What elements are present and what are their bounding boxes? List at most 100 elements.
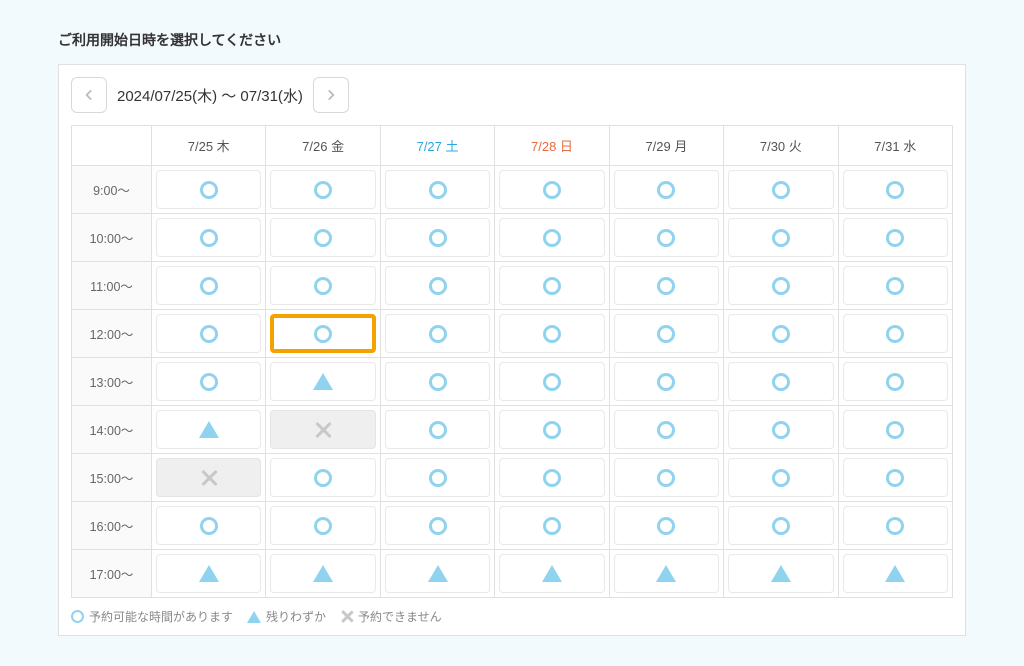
slot-button[interactable] [385, 458, 490, 497]
time-header: 17:00〜 [72, 550, 152, 598]
circle-icon [314, 469, 332, 487]
circle-icon [886, 373, 904, 391]
slot-button[interactable] [614, 314, 719, 353]
slot-button[interactable] [614, 362, 719, 401]
slot-button[interactable] [499, 458, 604, 497]
slot-button[interactable] [614, 506, 719, 545]
slot-button[interactable] [499, 266, 604, 305]
slot-button[interactable] [385, 170, 490, 209]
slot-button[interactable] [843, 266, 948, 305]
slot-button[interactable] [499, 218, 604, 257]
date-range-label: 2024/07/25(木) 〜 07/31(水) [117, 85, 303, 106]
circle-icon [71, 610, 84, 623]
slot-button[interactable] [499, 554, 604, 593]
slot-button[interactable] [728, 410, 833, 449]
slot-button[interactable] [843, 170, 948, 209]
slot-button[interactable] [156, 554, 261, 593]
slot-button[interactable] [156, 362, 261, 401]
slot-button[interactable] [270, 170, 375, 209]
slot-button[interactable] [385, 266, 490, 305]
slot-button[interactable] [156, 266, 261, 305]
slot-button[interactable] [614, 458, 719, 497]
slot-button[interactable] [156, 170, 261, 209]
slot-button[interactable] [843, 218, 948, 257]
slot-button[interactable] [270, 218, 375, 257]
slot-button[interactable] [270, 506, 375, 545]
slot-cell [609, 166, 723, 214]
circle-icon [772, 421, 790, 439]
time-header: 13:00〜 [72, 358, 152, 406]
circle-icon [886, 277, 904, 295]
chevron-left-icon [82, 88, 96, 102]
slot-cell [495, 502, 609, 550]
slot-button[interactable] [843, 554, 948, 593]
slot-button[interactable] [385, 506, 490, 545]
slot-button[interactable] [843, 314, 948, 353]
slot-button[interactable] [843, 362, 948, 401]
slot-button[interactable] [614, 266, 719, 305]
slot-button[interactable] [728, 218, 833, 257]
slot-button[interactable] [270, 314, 375, 353]
slot-button[interactable] [499, 314, 604, 353]
circle-icon [657, 373, 675, 391]
slot-button[interactable] [156, 218, 261, 257]
slot-button[interactable] [499, 506, 604, 545]
slot-cell [609, 358, 723, 406]
slot-button[interactable] [499, 362, 604, 401]
time-row: 11:00〜 [72, 262, 953, 310]
slot-cell [495, 406, 609, 454]
slot-button[interactable] [499, 170, 604, 209]
slot-cell [152, 310, 266, 358]
slot-button[interactable] [728, 506, 833, 545]
slot-button[interactable] [614, 554, 719, 593]
slot-button[interactable] [385, 410, 490, 449]
slot-button[interactable] [614, 218, 719, 257]
slot-button[interactable] [270, 362, 375, 401]
day-header: 7/29 月 [609, 126, 723, 166]
slot-button[interactable] [156, 506, 261, 545]
slot-button[interactable] [728, 458, 833, 497]
slot-button[interactable] [843, 410, 948, 449]
slot-button[interactable] [499, 410, 604, 449]
slot-button[interactable] [728, 266, 833, 305]
slot-button[interactable] [270, 266, 375, 305]
time-header: 10:00〜 [72, 214, 152, 262]
slot-button[interactable] [843, 458, 948, 497]
time-row: 9:00〜 [72, 166, 953, 214]
day-header: 7/25 木 [152, 126, 266, 166]
header-corner [72, 126, 152, 166]
slot-button[interactable] [385, 314, 490, 353]
slot-button[interactable] [843, 506, 948, 545]
slot-button[interactable] [385, 554, 490, 593]
circle-icon [543, 181, 561, 199]
slot-button[interactable] [614, 410, 719, 449]
slot-button[interactable] [728, 554, 833, 593]
next-week-button[interactable] [313, 77, 349, 113]
prev-week-button[interactable] [71, 77, 107, 113]
triangle-icon [428, 565, 448, 582]
slot-cell [495, 358, 609, 406]
slot-button[interactable] [728, 170, 833, 209]
circle-icon [543, 373, 561, 391]
slot-button[interactable] [270, 554, 375, 593]
legend-available: 予約可能な時間があります [71, 608, 233, 625]
slot-button[interactable] [156, 314, 261, 353]
time-header: 12:00〜 [72, 310, 152, 358]
date-nav: 2024/07/25(木) 〜 07/31(水) [71, 77, 953, 113]
slot-button[interactable] [270, 458, 375, 497]
slot-button[interactable] [728, 362, 833, 401]
circle-icon [543, 421, 561, 439]
slot-button[interactable] [614, 170, 719, 209]
slot-button[interactable] [728, 314, 833, 353]
slot-cell [609, 502, 723, 550]
slot-button[interactable] [156, 410, 261, 449]
time-header: 11:00〜 [72, 262, 152, 310]
day-header: 7/26 金 [266, 126, 380, 166]
slot-cell [838, 310, 952, 358]
circle-icon [429, 421, 447, 439]
slot-cell [724, 454, 838, 502]
slot-button[interactable] [385, 218, 490, 257]
slot-cell [380, 454, 494, 502]
circle-icon [314, 325, 332, 343]
slot-button[interactable] [385, 362, 490, 401]
